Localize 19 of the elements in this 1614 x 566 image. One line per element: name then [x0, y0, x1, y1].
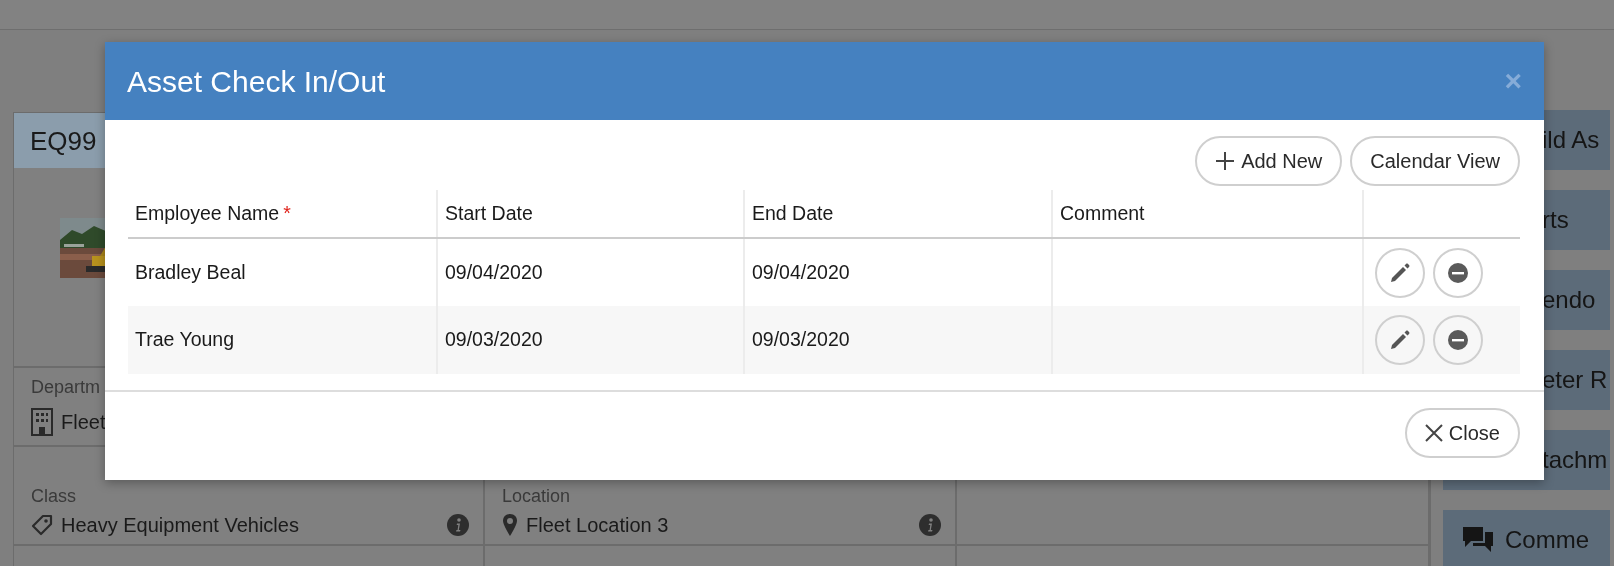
field-value: Fleet	[61, 410, 107, 435]
field-label: Location	[502, 485, 572, 508]
table-cell: 09/04/2020	[752, 260, 850, 283]
table-cell: 09/04/2020	[445, 260, 543, 283]
modal-title: Asset Check In/Out	[127, 63, 387, 100]
field-value: Heavy Equipment Vehicles	[61, 513, 300, 538]
table-cell: 09/03/2020	[752, 328, 850, 351]
column-header: Start Date	[445, 201, 533, 224]
field-value: Fleet Location 3	[526, 513, 670, 538]
column-header: Employee Name	[135, 201, 280, 224]
column-header: End Date	[752, 201, 834, 224]
field-label: Class	[31, 485, 77, 508]
panel-label: Comme	[1505, 525, 1589, 555]
column-header: Comment	[1060, 201, 1145, 224]
table-cell: Bradley Beal	[135, 260, 246, 283]
field-label: Departm	[31, 376, 102, 399]
required-mark: *	[283, 201, 291, 224]
table-cell: Trae Young	[135, 328, 235, 351]
table-cell: 09/03/2020	[445, 328, 543, 351]
